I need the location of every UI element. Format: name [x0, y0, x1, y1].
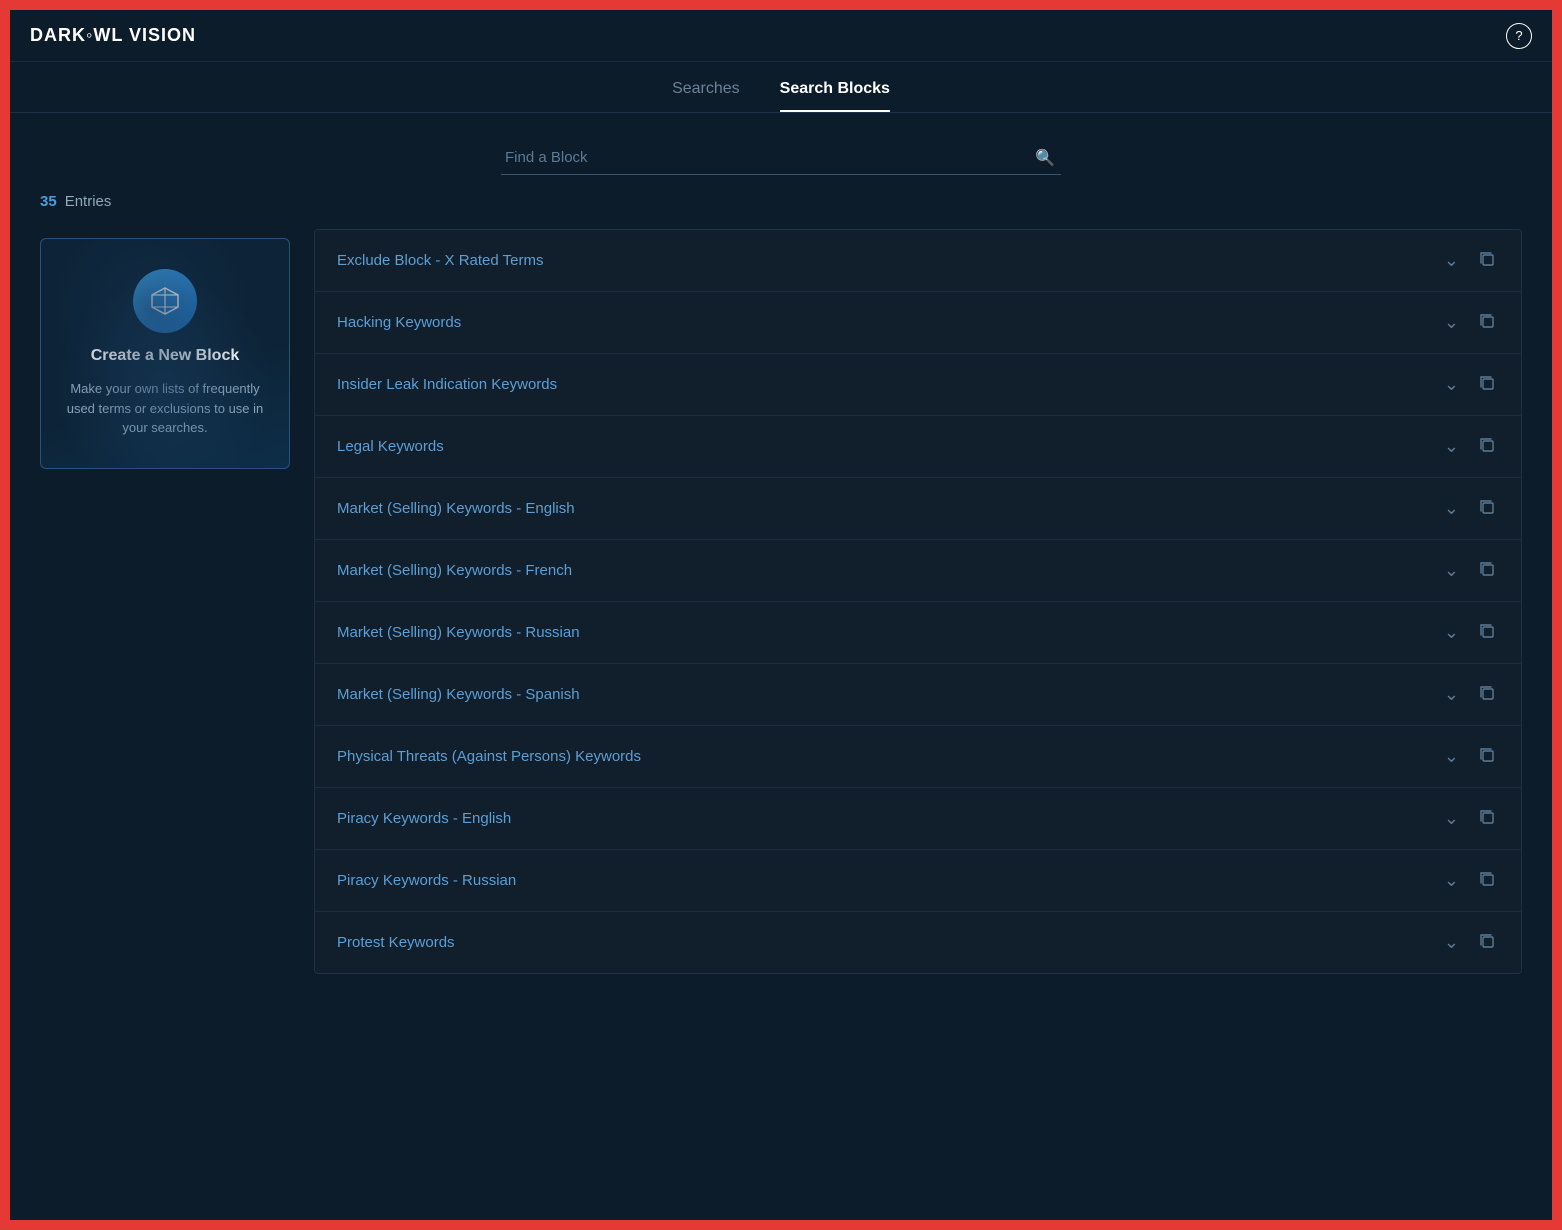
left-panel: 35 Entries Create a New Block Make your …: [40, 193, 290, 1190]
copy-icon[interactable]: [1475, 745, 1499, 768]
chevron-down-icon[interactable]: ⌄: [1440, 868, 1463, 893]
chevron-down-icon[interactable]: ⌄: [1440, 248, 1463, 273]
block-list-item[interactable]: Insider Leak Indication Keywords ⌄: [315, 354, 1521, 416]
block-list-item[interactable]: Exclude Block - X Rated Terms ⌄: [315, 230, 1521, 292]
block-item-actions: ⌄: [1440, 310, 1499, 335]
block-item-actions: ⌄: [1440, 620, 1499, 645]
chevron-down-icon[interactable]: ⌄: [1440, 930, 1463, 955]
block-item-actions: ⌄: [1440, 434, 1499, 459]
logo: DARK◦WL VISION: [30, 25, 196, 46]
block-icon-circle: [133, 269, 197, 333]
copy-icon[interactable]: [1475, 683, 1499, 706]
block-list-item[interactable]: Piracy Keywords - Russian ⌄: [315, 850, 1521, 912]
block-item-name: Protest Keywords: [337, 934, 455, 951]
tab-search-blocks[interactable]: Search Blocks: [780, 80, 890, 112]
chevron-down-icon[interactable]: ⌄: [1440, 434, 1463, 459]
chevron-down-icon[interactable]: ⌄: [1440, 310, 1463, 335]
create-block-description: Make your own lists of frequently used t…: [63, 379, 267, 438]
top-nav: DARK◦WL VISION ?: [10, 10, 1552, 62]
chevron-down-icon[interactable]: ⌄: [1440, 744, 1463, 769]
block-list-item[interactable]: Market (Selling) Keywords - English ⌄: [315, 478, 1521, 540]
block-item-actions: ⌄: [1440, 806, 1499, 831]
block-item-name: Physical Threats (Against Persons) Keywo…: [337, 748, 641, 765]
logo-text: DARK◦WL VISION: [30, 25, 196, 46]
block-item-actions: ⌄: [1440, 558, 1499, 583]
blocks-list: Exclude Block - X Rated Terms ⌄ Hacking …: [314, 229, 1522, 974]
block-item-name: Market (Selling) Keywords - Russian: [337, 624, 580, 641]
search-container: 🔍: [501, 141, 1061, 175]
chevron-down-icon[interactable]: ⌄: [1440, 496, 1463, 521]
create-block-card[interactable]: Create a New Block Make your own lists o…: [40, 238, 290, 469]
copy-icon[interactable]: [1475, 435, 1499, 458]
block-item-name: Hacking Keywords: [337, 314, 461, 331]
block-item-name: Market (Selling) Keywords - Spanish: [337, 686, 580, 703]
copy-icon[interactable]: [1475, 559, 1499, 582]
help-icon: ?: [1515, 28, 1522, 43]
block-item-actions: ⌄: [1440, 248, 1499, 273]
block-item-name: Piracy Keywords - Russian: [337, 872, 516, 889]
block-item-name: Insider Leak Indication Keywords: [337, 376, 557, 393]
copy-icon[interactable]: [1475, 497, 1499, 520]
chevron-down-icon[interactable]: ⌄: [1440, 372, 1463, 397]
block-item-name: Market (Selling) Keywords - French: [337, 562, 572, 579]
copy-icon[interactable]: [1475, 869, 1499, 892]
block-item-actions: ⌄: [1440, 496, 1499, 521]
copy-icon[interactable]: [1475, 807, 1499, 830]
block-item-actions: ⌄: [1440, 930, 1499, 955]
copy-icon[interactable]: [1475, 311, 1499, 334]
block-item-actions: ⌄: [1440, 744, 1499, 769]
search-area: 🔍: [10, 113, 1552, 193]
chevron-down-icon[interactable]: ⌄: [1440, 620, 1463, 645]
block-item-actions: ⌄: [1440, 868, 1499, 893]
copy-icon[interactable]: [1475, 373, 1499, 396]
block-list-item[interactable]: Protest Keywords ⌄: [315, 912, 1521, 973]
block-list-item[interactable]: Hacking Keywords ⌄: [315, 292, 1521, 354]
block-item-actions: ⌄: [1440, 682, 1499, 707]
block-list-item[interactable]: Market (Selling) Keywords - Spanish ⌄: [315, 664, 1521, 726]
entries-label: Entries: [65, 193, 112, 210]
block-item-name: Piracy Keywords - English: [337, 810, 511, 827]
block-item-name: Exclude Block - X Rated Terms: [337, 252, 543, 269]
help-icon-button[interactable]: ?: [1506, 23, 1532, 49]
copy-icon[interactable]: [1475, 249, 1499, 272]
block-list-item[interactable]: Physical Threats (Against Persons) Keywo…: [315, 726, 1521, 788]
tabs-bar: Searches Search Blocks: [10, 62, 1552, 113]
chevron-down-icon[interactable]: ⌄: [1440, 558, 1463, 583]
blocks-list-scroll: Exclude Block - X Rated Terms ⌄ Hacking …: [314, 229, 1522, 974]
entries-header: 35 Entries: [40, 193, 290, 222]
spacer: [314, 193, 1522, 229]
main-content: 35 Entries Create a New Block Make your …: [10, 193, 1552, 1220]
search-input[interactable]: [501, 141, 1061, 175]
chevron-down-icon[interactable]: ⌄: [1440, 806, 1463, 831]
right-panel: Exclude Block - X Rated Terms ⌄ Hacking …: [314, 193, 1522, 1190]
search-icon: 🔍: [1035, 148, 1055, 168]
block-list-item[interactable]: Market (Selling) Keywords - Russian ⌄: [315, 602, 1521, 664]
chevron-down-icon[interactable]: ⌄: [1440, 682, 1463, 707]
entries-count: 35: [40, 193, 57, 210]
create-block-title: Create a New Block: [91, 347, 240, 365]
block-item-name: Legal Keywords: [337, 438, 444, 455]
copy-icon[interactable]: [1475, 931, 1499, 954]
copy-icon[interactable]: [1475, 621, 1499, 644]
app-wrapper: DARK◦WL VISION ? Searches Search Blocks …: [10, 10, 1552, 1220]
block-list-item[interactable]: Legal Keywords ⌄: [315, 416, 1521, 478]
tab-searches[interactable]: Searches: [672, 80, 740, 112]
block-list-item[interactable]: Market (Selling) Keywords - French ⌄: [315, 540, 1521, 602]
block-list-item[interactable]: Piracy Keywords - English ⌄: [315, 788, 1521, 850]
block-item-actions: ⌄: [1440, 372, 1499, 397]
block-item-name: Market (Selling) Keywords - English: [337, 500, 575, 517]
